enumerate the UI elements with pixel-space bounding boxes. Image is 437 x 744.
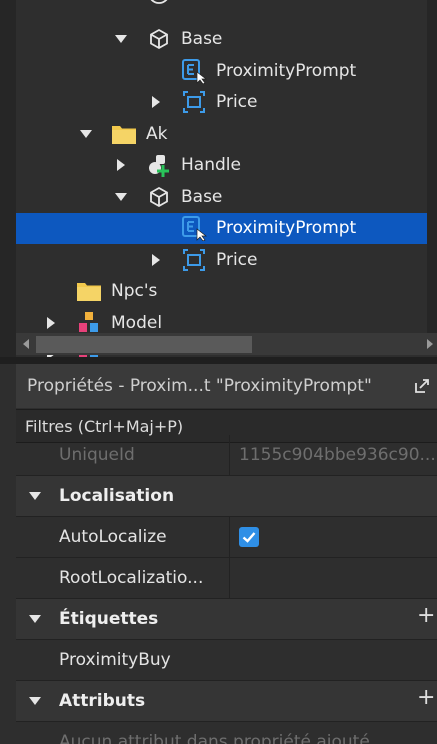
category-header-content: Étiquettes [16, 609, 158, 629]
proximity-prompt-icon [181, 215, 207, 242]
property-category-header[interactable]: Attributs + [16, 681, 437, 722]
property-value[interactable] [230, 558, 437, 598]
tree-item-label: Ak [146, 123, 168, 144]
category-name: Étiquettes [59, 609, 159, 629]
tag-name: ProximityBuy [59, 650, 171, 670]
collapse-arrow-icon[interactable] [114, 190, 128, 204]
folder-icon [76, 278, 102, 304]
handle-part-icon [146, 152, 172, 178]
explorer-left-gutter [0, 0, 16, 357]
property-name: UniqueId [16, 435, 230, 475]
property-category-header[interactable]: Localisation [16, 476, 437, 517]
expand-arrow-icon[interactable] [44, 316, 58, 330]
category-header-content: Attributs [16, 691, 145, 711]
tree-item[interactable]: Price [16, 87, 427, 119]
properties-title-bar: Propriétés - Proxim...t "ProximityPrompt… [16, 364, 437, 408]
tree-item-label: Handle [181, 155, 241, 176]
tree-item-label: Npc's [111, 281, 158, 302]
tree-item[interactable]: ProximityPrompt [16, 212, 427, 244]
tree-item[interactable] [16, 0, 427, 24]
category-header-content: Localisation [16, 486, 174, 506]
expand-arrow-icon[interactable] [114, 158, 128, 172]
model-cube-icon [146, 184, 172, 210]
category-name: Localisation [59, 486, 175, 506]
property-row[interactable]: UniqueId 1155c904bbe936c90... [16, 435, 437, 476]
collapse-arrow-icon[interactable] [79, 127, 93, 141]
partial-icon [146, 0, 172, 21]
collapse-arrow-icon[interactable] [28, 612, 42, 626]
tag-name: Aucun attribut dans propriété ajouté [59, 732, 370, 744]
property-value[interactable]: 1155c904bbe936c90... [230, 435, 437, 475]
no-arrow [149, 64, 163, 78]
expand-arrow-icon[interactable] [149, 253, 163, 267]
properties-title: Propriétés - Proxim...t "ProximityPrompt… [27, 376, 372, 396]
tag-item[interactable]: ProximityBuy [16, 640, 437, 681]
tree-item-label: Price [216, 249, 258, 270]
properties-panel: Propriétés - Proxim...t "ProximityPrompt… [0, 364, 437, 744]
tree-item[interactable]: Base [16, 24, 427, 56]
horizontal-scrollbar[interactable] [16, 333, 437, 355]
tree-item[interactable]: Npc's [16, 276, 427, 308]
tree-item[interactable]: Price [16, 244, 427, 276]
explorer-panel: Base ProximityPrompt Price Ak Handle Base Prox… [0, 0, 437, 357]
property-value[interactable] [230, 517, 437, 557]
expand-arrow-icon[interactable] [149, 95, 163, 109]
proximity-prompt-icon [181, 58, 207, 84]
collapse-arrow-icon[interactable] [114, 32, 128, 46]
model-colored-icon [76, 310, 102, 336]
tree-item-label: ProximityPrompt [216, 218, 357, 239]
properties-grid: UniqueId 1155c904bbe936c90... Localisation… [16, 435, 437, 744]
property-row[interactable]: AutoLocalize [16, 517, 437, 558]
tree-item[interactable]: Ak [16, 118, 427, 150]
tree-item[interactable]: Handle [16, 150, 427, 182]
collapse-arrow-icon[interactable] [28, 694, 42, 708]
caret-right-icon [427, 339, 433, 349]
filter-placeholder: Filtres (Ctrl+Maj+P) [25, 416, 184, 436]
tree-item[interactable]: Base [16, 181, 427, 213]
scroll-left-button[interactable] [16, 333, 36, 355]
tree-item-label: ProximityPrompt [216, 60, 357, 81]
billboard-gui-icon [181, 89, 207, 115]
tree-item-label: Price [216, 92, 258, 113]
tree-item-label: Base [181, 29, 223, 50]
billboard-gui-icon [181, 247, 207, 273]
property-row[interactable]: RootLocalizatio... [16, 558, 437, 599]
scrollbar-thumb[interactable] [36, 336, 252, 353]
folder-icon [111, 121, 137, 147]
tree-item[interactable]: ProximityPrompt [16, 55, 427, 87]
checkbox-checked-icon[interactable] [239, 527, 259, 547]
explorer-tree: Base ProximityPrompt Price Ak Handle Base Prox… [16, 0, 427, 357]
add-icon[interactable]: + [417, 603, 435, 628]
panel-splitter[interactable] [0, 357, 437, 364]
caret-left-icon [23, 339, 29, 349]
scroll-right-button[interactable] [423, 333, 437, 355]
property-name: AutoLocalize [16, 517, 230, 557]
tag-item[interactable]: Aucun attribut dans propriété ajouté [16, 722, 437, 744]
property-category-header[interactable]: Étiquettes + [16, 599, 437, 640]
undock-icon[interactable] [413, 377, 431, 395]
tree-item-label: Base [181, 186, 223, 207]
tree-item-label: Model [111, 312, 163, 333]
no-arrow [149, 221, 163, 235]
no-arrow [114, 1, 128, 15]
add-icon[interactable]: + [417, 685, 435, 710]
collapse-arrow-icon[interactable] [28, 489, 42, 503]
no-arrow [44, 284, 58, 298]
property-name: RootLocalizatio... [16, 558, 230, 598]
model-cube-icon [146, 26, 172, 52]
category-name: Attributs [59, 691, 146, 711]
explorer-right-gutter [427, 0, 437, 336]
